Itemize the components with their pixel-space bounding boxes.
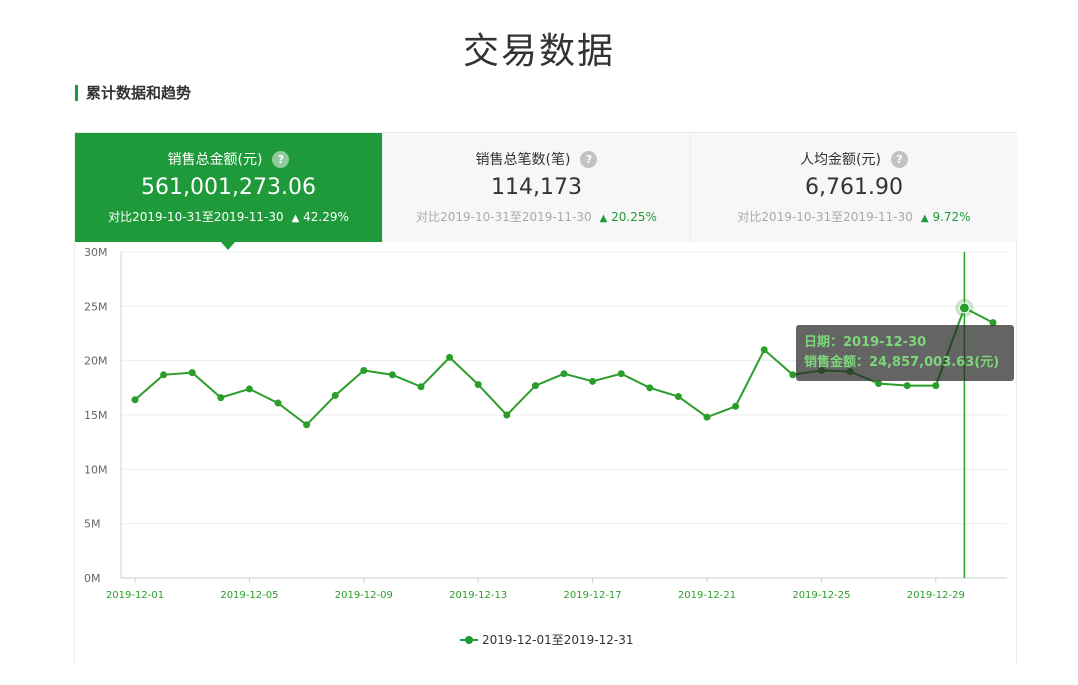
data-point [932, 382, 940, 390]
data-point [446, 353, 454, 361]
x-tick-label: 2019-12-25 [792, 590, 850, 601]
chart-tooltip: 日期：2019-12-30 销售金额：24,857,003.63(元) [796, 325, 1014, 381]
x-tick-label: 2019-12-05 [220, 590, 278, 601]
data-point [703, 413, 711, 421]
data-point [903, 382, 911, 390]
legend-label: 2019-12-01至2019-12-31 [482, 633, 634, 647]
data-point [131, 396, 139, 404]
x-tick-label: 2019-12-01 [106, 590, 164, 601]
y-tick-label: 5M [84, 518, 101, 531]
data-point [617, 370, 625, 378]
data-point [531, 382, 539, 390]
data-point [503, 411, 511, 419]
data-point-highlight [958, 302, 970, 314]
data-point [188, 369, 196, 377]
tooltip-value: 销售金额：24,857,003.63(元) [804, 355, 1000, 370]
data-point [646, 384, 654, 392]
y-tick-label: 15M [84, 409, 108, 422]
chart-legend[interactable]: 2019-12-01至2019-12-31 [460, 631, 633, 648]
data-point [760, 346, 768, 354]
data-point [245, 385, 253, 393]
y-tick-label: 10M [84, 463, 108, 476]
x-tick-label: 2019-12-29 [907, 590, 965, 601]
x-tick-label: 2019-12-21 [678, 590, 736, 601]
y-tick-label: 25M [84, 300, 108, 313]
data-point [417, 383, 425, 391]
data-point [589, 377, 597, 385]
x-tick-label: 2019-12-09 [335, 590, 393, 601]
x-tick-label: 2019-12-13 [449, 590, 507, 601]
data-point [360, 366, 368, 374]
tooltip-date: 日期：2019-12-30 [804, 335, 927, 350]
data-point [474, 381, 482, 389]
y-tick-label: 30M [84, 246, 108, 259]
y-tick-label: 20M [84, 355, 108, 368]
x-tick-label: 2019-12-17 [564, 590, 622, 601]
data-point [303, 421, 311, 429]
data-point [875, 379, 883, 387]
data-point [560, 370, 568, 378]
data-point [674, 393, 682, 401]
y-tick-label: 0M [84, 572, 101, 585]
data-point [388, 371, 396, 379]
legend-line-icon [460, 635, 478, 645]
data-point [217, 394, 225, 402]
data-point [274, 399, 282, 407]
data-point [732, 402, 740, 410]
data-point [160, 371, 168, 379]
data-point [331, 391, 339, 399]
